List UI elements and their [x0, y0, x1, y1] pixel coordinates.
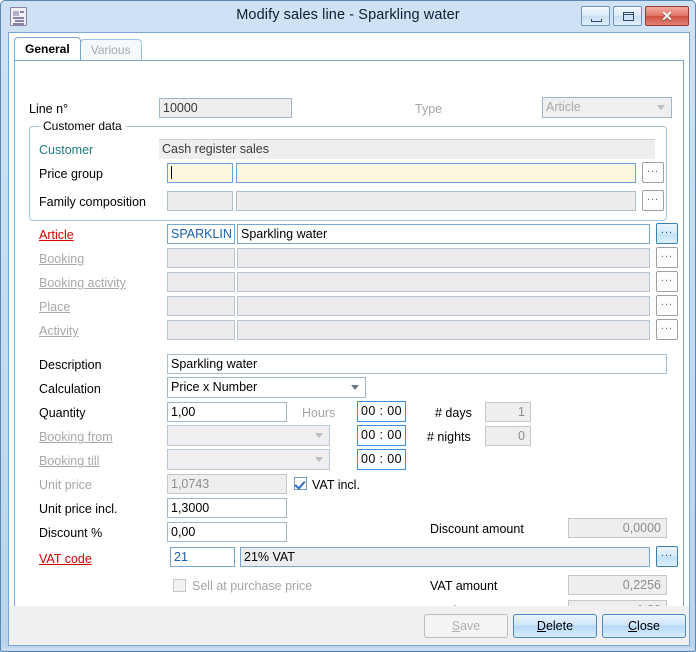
window-controls: ✕: [581, 6, 689, 26]
activity-name-field: [237, 320, 650, 340]
quantity-field[interactable]: 1,00: [167, 402, 287, 422]
type-combobox-value: Article: [546, 100, 581, 114]
nights-field: 0: [485, 426, 531, 446]
maximize-icon: [623, 12, 634, 21]
description-label: Description: [39, 358, 102, 372]
modify-sales-line-window: Modify sales line - Sparkling water ✕ Ge…: [0, 0, 696, 652]
minimize-button[interactable]: [581, 6, 610, 26]
customer-label[interactable]: Customer: [39, 143, 93, 157]
unit-price-field: 1,0743: [167, 474, 287, 494]
price-group-code-field[interactable]: [167, 163, 233, 183]
window-bottom-strip: [2, 646, 694, 650]
article-browse-button[interactable]: ...: [656, 223, 678, 244]
booking-from-combobox: [167, 425, 330, 446]
quantity-label: Quantity: [39, 406, 86, 420]
family-composition-label: Family composition: [39, 195, 146, 209]
booking-till-time-field[interactable]: 00 : 00: [357, 449, 406, 470]
booking-from-label: Booking from: [39, 430, 113, 444]
close-icon: ✕: [646, 8, 688, 25]
tab-general[interactable]: General: [14, 37, 81, 60]
save-button[interactable]: Save: [424, 614, 508, 638]
discount-amount-field: 0,0000: [568, 518, 667, 538]
tab-strip: General Various: [14, 38, 142, 60]
sell-at-purchase-price-checkbox: [173, 579, 186, 592]
booking-activity-browse-button[interactable]: ...: [656, 271, 678, 292]
article-label[interactable]: Article: [39, 228, 74, 242]
vat-amount-field: 0,2256: [568, 575, 667, 595]
activity-label: Activity: [39, 324, 79, 338]
discount-amount-label: Discount amount: [430, 522, 524, 536]
chevron-down-icon: [311, 426, 327, 445]
calculation-combobox[interactable]: Price x Number: [167, 377, 366, 398]
dialog-button-bar: Save Delete Close: [8, 606, 690, 646]
activity-browse-button[interactable]: ...: [656, 319, 678, 340]
place-label: Place: [39, 300, 70, 314]
article-name-field[interactable]: Sparkling water: [237, 224, 650, 244]
delete-button[interactable]: Delete: [513, 614, 597, 638]
booking-code-field: [167, 248, 235, 268]
hours-time-field[interactable]: 00 : 00: [357, 401, 406, 422]
chevron-down-icon: [311, 450, 327, 469]
discount-pct-label: Discount %: [39, 526, 102, 540]
days-label: # days: [435, 406, 472, 420]
place-code-field: [167, 296, 235, 316]
booking-till-combobox: [167, 449, 330, 470]
line-no-label: Line n°: [29, 102, 68, 116]
tab-various[interactable]: Various: [80, 39, 142, 60]
tab-page-general: Line n° 10000 Type Article Customer data…: [14, 60, 684, 608]
calculation-label: Calculation: [39, 382, 101, 396]
close-button[interactable]: ✕: [645, 6, 689, 26]
booking-browse-button[interactable]: ...: [656, 247, 678, 268]
title-bar: Modify sales line - Sparkling water ✕: [1, 1, 695, 32]
vat-code-label[interactable]: VAT code: [39, 552, 92, 566]
activity-code-field: [167, 320, 235, 340]
type-label: Type: [415, 102, 442, 116]
calculation-combobox-value: Price x Number: [171, 380, 257, 394]
minimize-icon: [591, 19, 602, 22]
unit-price-incl-label: Unit price incl.: [39, 502, 118, 516]
sell-at-purchase-price-label: Sell at purchase price: [192, 579, 312, 593]
chevron-down-icon: [347, 378, 363, 397]
nights-label: # nights: [427, 430, 471, 444]
maximize-button[interactable]: [613, 6, 642, 26]
family-composition-browse-button[interactable]: ...: [642, 190, 664, 211]
price-group-label: Price group: [39, 167, 103, 181]
close-button-label: Close: [628, 619, 660, 633]
unit-price-label: Unit price: [39, 478, 92, 492]
vat-amount-label: VAT amount: [430, 579, 497, 593]
hours-label: Hours: [302, 406, 335, 420]
booking-till-label: Booking till: [39, 454, 99, 468]
type-combobox[interactable]: Article: [542, 97, 672, 118]
vat-code-field[interactable]: 21: [170, 547, 235, 567]
booking-name-field: [237, 248, 650, 268]
chevron-down-icon: [653, 98, 669, 117]
family-composition-name-field[interactable]: [236, 191, 636, 211]
unit-price-incl-field[interactable]: 1,3000: [167, 498, 287, 518]
description-field[interactable]: Sparkling water: [167, 354, 667, 374]
price-group-name-field[interactable]: [236, 163, 636, 183]
booking-activity-label: Booking activity: [39, 276, 126, 290]
place-name-field: [237, 296, 650, 316]
customer-data-group-title: Customer data: [39, 119, 126, 133]
vat-incl-checkbox[interactable]: [294, 477, 307, 490]
line-no-field[interactable]: 10000: [159, 98, 292, 118]
booking-activity-code-field: [167, 272, 235, 292]
family-composition-code-field[interactable]: [167, 191, 233, 211]
close-button-bottom[interactable]: Close: [602, 614, 686, 638]
place-browse-button[interactable]: ...: [656, 295, 678, 316]
booking-from-time-field[interactable]: 00 : 00: [357, 425, 406, 446]
vat-code-browse-button[interactable]: ...: [656, 546, 678, 567]
discount-pct-field[interactable]: 0,00: [167, 522, 287, 542]
booking-label: Booking: [39, 252, 84, 266]
days-field: 1: [485, 402, 531, 422]
delete-button-label: Delete: [537, 619, 573, 633]
customer-field[interactable]: Cash register sales: [159, 139, 655, 159]
save-button-label: Save: [452, 619, 481, 633]
vat-code-description-field[interactable]: 21% VAT: [240, 547, 650, 567]
booking-activity-name-field: [237, 272, 650, 292]
price-group-browse-button[interactable]: ...: [642, 162, 664, 183]
client-area: General Various Line n° 10000 Type Artic…: [8, 32, 690, 644]
article-code-field[interactable]: SPARKLIN: [167, 224, 235, 244]
vat-incl-label: VAT incl.: [312, 478, 360, 492]
